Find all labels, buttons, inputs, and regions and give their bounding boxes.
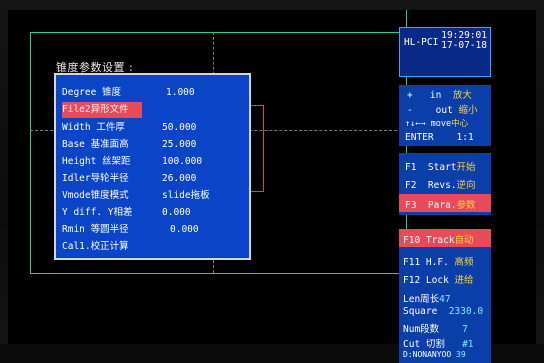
row-rmin[interactable]: Rmin 等圆半径 0.000 (62, 222, 247, 238)
f12-lock-button[interactable]: F12 Lock 进给 (403, 272, 474, 286)
grid-top-line (30, 32, 407, 33)
nav-enter-reset[interactable]: ENTER 1:1 (405, 132, 474, 143)
row-vmode[interactable]: Vmode锥度模式 slide拖板 (62, 188, 247, 204)
f10-track-button[interactable]: F10 Track自动 (399, 229, 491, 247)
status-box: Len周长47 Square 2330.0 Num段数 7 Cut 切割 #1 … (399, 289, 491, 363)
status-square: Square 2330.0 (403, 306, 484, 317)
status-cut: Cut 切割 #1 (403, 339, 474, 350)
f11-hf-button[interactable]: F11 H.F. 高频 (403, 254, 474, 268)
f3-params-button[interactable]: F3 Para.参数 (399, 194, 491, 212)
nav-zoom-out[interactable]: - out 缩小 (407, 102, 478, 116)
grid-bottom-line (30, 273, 407, 274)
taper-settings-dialog: Degree 锥度 1.000 File2异形文件 Width 工件厚 50.000… (54, 73, 251, 260)
clock: 19:29:01 17-07-18 (441, 31, 487, 51)
row-file2[interactable]: File2异形文件 (62, 102, 142, 118)
row-base[interactable]: Base 基准面高 25.000 (62, 137, 247, 153)
row-width[interactable]: Width 工件厚 50.000 (62, 120, 247, 136)
right-control-panel: HL-PCI 19:29:01 17-07-18 + in 放大 - out 缩… (399, 19, 491, 363)
status-length: Len周长47 (403, 294, 451, 305)
f2-reverse-button[interactable]: F2 Revs.逆向 (405, 177, 476, 191)
view-nav-box: + in 放大 - out 缩小 ↑↓←→ move中心 ENTER 1:1 (399, 85, 491, 146)
row-degree[interactable]: Degree 锥度 1.000 (62, 85, 247, 101)
grid-left-line (30, 32, 31, 273)
row-idler[interactable]: Idler导轮半径 26.000 (62, 171, 247, 187)
row-height[interactable]: Height 丝架距 100.000 (62, 154, 247, 170)
date-text: 17-07-18 (441, 40, 487, 51)
workpiece-outline (251, 105, 264, 192)
nav-move-center[interactable]: ↑↓←→ move中心 (405, 117, 468, 129)
header-box: HL-PCI 19:29:01 17-07-18 (399, 27, 491, 77)
status-drive: D:NONANYOO 39 (403, 350, 466, 359)
nav-zoom-in[interactable]: + in 放大 (407, 87, 472, 101)
status-segments: Num段数 7 (403, 324, 468, 335)
row-ydiff[interactable]: Y diff. Y相差 0.000 (62, 205, 247, 221)
row-cal1[interactable]: Cal1.校正计算 (62, 239, 247, 255)
f1-start-button[interactable]: F1 Start开始 (405, 159, 476, 173)
machine-label: HL-PCI (404, 37, 439, 48)
